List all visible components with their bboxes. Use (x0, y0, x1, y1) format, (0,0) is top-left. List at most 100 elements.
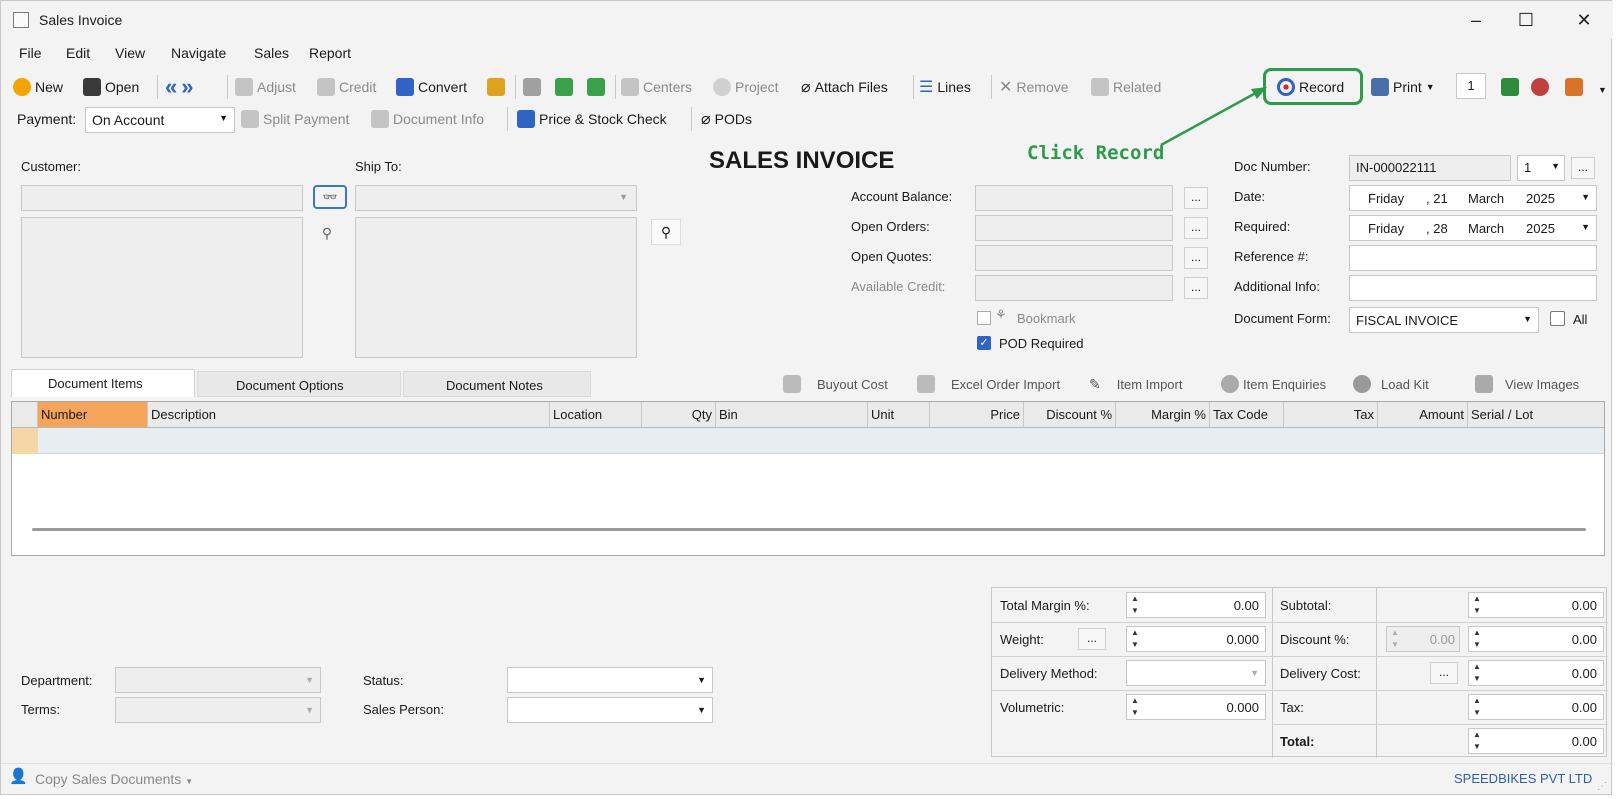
row-selector[interactable] (12, 428, 38, 454)
column-header-price[interactable]: Price (930, 402, 1024, 428)
grid-corner[interactable] (12, 402, 38, 428)
delivery-method-select[interactable]: ▼ (1126, 660, 1266, 686)
centers-button[interactable]: Centers (621, 75, 692, 99)
volumetric-field[interactable]: ▲ ▼ 0.000 (1126, 694, 1266, 720)
reference-input[interactable] (1349, 245, 1597, 271)
column-header-qty[interactable]: Qty (642, 402, 716, 428)
minimize-button[interactable]: – (1461, 8, 1491, 32)
print-copies-input[interactable]: 1 (1456, 73, 1486, 99)
lines-button[interactable]: ☰ Lines (919, 75, 971, 99)
pods-button[interactable]: ⌀ PODs (701, 107, 752, 131)
menu-edit[interactable]: Edit (66, 45, 90, 61)
menu-navigate[interactable]: Navigate (171, 45, 226, 61)
total-margin-field[interactable]: ▲ ▼ 0.00 (1126, 592, 1266, 618)
pod-required-checkbox[interactable]: ✓ (977, 336, 991, 350)
view-images-button[interactable]: View Images (1475, 372, 1579, 396)
remove-button[interactable]: ✕ Remove (999, 75, 1069, 99)
credit-button[interactable]: Credit (317, 75, 376, 99)
project-button[interactable]: Project (713, 75, 779, 99)
book-button[interactable] (1501, 75, 1519, 99)
spinner-icon[interactable]: ▲ ▼ (1469, 661, 1485, 687)
new-button[interactable]: New (13, 75, 63, 99)
payment-select[interactable]: On Account ▼ (85, 107, 235, 133)
column-header-unit[interactable]: Unit (868, 402, 930, 428)
open-button[interactable]: Open (83, 75, 139, 99)
column-header-margin[interactable]: Margin % (1116, 402, 1210, 428)
additional-info-input[interactable] (1349, 275, 1597, 301)
toolbar-overflow-icon[interactable]: ▼ (1598, 85, 1607, 95)
column-header-serial-lot[interactable]: Serial / Lot (1468, 402, 1604, 428)
department-select[interactable]: ▼ (115, 667, 321, 693)
column-header-tax[interactable]: Tax (1284, 402, 1378, 428)
account-balance-dots-button[interactable]: ... (1184, 187, 1208, 209)
spinner-icon[interactable]: ▲ ▼ (1387, 627, 1403, 653)
column-header-number[interactable]: Number (38, 402, 148, 428)
customer-lookup-icon[interactable]: ⚲ (315, 221, 339, 245)
refresh-button[interactable] (555, 75, 573, 99)
item-import-button[interactable]: ✎ Item Import (1089, 372, 1182, 396)
column-header-location[interactable]: Location (550, 402, 642, 428)
weight-dots-button[interactable]: ... (1078, 628, 1106, 650)
previous-icon[interactable]: « (165, 74, 177, 100)
sales-person-select[interactable]: ▼ (507, 697, 713, 723)
adjust-button[interactable]: Adjust (235, 75, 296, 99)
open-orders-dots-button[interactable]: ... (1184, 217, 1208, 239)
all-checkbox[interactable] (1550, 311, 1565, 326)
customer-search-button[interactable]: 👓 (313, 185, 347, 209)
recycle-button[interactable] (587, 75, 605, 99)
edit-note-button[interactable] (487, 75, 505, 99)
bookmark-checkbox[interactable] (977, 311, 991, 325)
document-form-select[interactable]: FISCAL INVOICE ▼ (1349, 307, 1539, 333)
required-date-picker[interactable]: Friday , 28 March 2025 ▼ (1349, 215, 1597, 241)
calendar-button[interactable] (1565, 75, 1583, 99)
next-icon[interactable]: » (181, 74, 193, 100)
column-header-description[interactable]: Description (148, 402, 550, 428)
horizontal-scrollbar[interactable] (32, 528, 1586, 531)
column-header-discount[interactable]: Discount % (1024, 402, 1116, 428)
attach-files-button[interactable]: ⌀ Attach Files (801, 75, 888, 99)
spinner-icon[interactable]: ▲ ▼ (1127, 593, 1143, 619)
print-dropdown-icon[interactable]: ▼ (1426, 82, 1435, 92)
terms-select[interactable]: ▼ (115, 697, 321, 723)
column-header-bin[interactable]: Bin (716, 402, 868, 428)
menu-sales[interactable]: Sales (254, 45, 289, 61)
date-picker[interactable]: Friday , 21 March 2025 ▼ (1349, 185, 1597, 211)
menu-report[interactable]: Report (309, 45, 351, 61)
load-kit-button[interactable]: Load Kit (1353, 372, 1429, 396)
document-info-button[interactable]: Document Info (371, 107, 484, 131)
doc-copy-select[interactable]: 1 ▼ (1517, 155, 1565, 181)
spinner-icon[interactable]: ▲ ▼ (1127, 627, 1143, 653)
delivery-cost-dots-button[interactable]: ... (1430, 662, 1458, 684)
weight-field[interactable]: ▲ ▼ 0.000 (1126, 626, 1266, 652)
copy-sales-documents-button[interactable]: Copy Sales Documents ▼ (35, 771, 193, 787)
customer-input[interactable] (21, 185, 303, 211)
nav-arrows[interactable]: «» (165, 74, 194, 100)
doc-number-dots-button[interactable]: ... (1571, 157, 1595, 179)
print-button[interactable]: Print ▼ (1371, 75, 1435, 99)
split-payment-button[interactable]: Split Payment (241, 107, 349, 131)
record-button[interactable]: Record (1277, 75, 1344, 99)
buyout-cost-button[interactable]: Buyout Cost (783, 372, 888, 396)
column-header-tax-code[interactable]: Tax Code (1210, 402, 1284, 428)
excel-order-import-button[interactable]: Excel Order Import (917, 372, 1060, 396)
column-header-amount[interactable]: Amount (1378, 402, 1468, 428)
menu-file[interactable]: File (19, 45, 42, 61)
delivery-cost-field[interactable]: ▲ ▼ 0.00 (1468, 660, 1604, 686)
spinner-icon[interactable]: ▲ ▼ (1127, 695, 1143, 721)
table-row[interactable] (12, 428, 1604, 454)
menu-view[interactable]: View (115, 45, 145, 61)
resize-grip-icon[interactable]: ⋰ (1597, 781, 1607, 792)
close-button[interactable]: ✕ (1569, 8, 1599, 32)
status-select[interactable]: ▼ (507, 667, 713, 693)
pin-icon[interactable]: ⚲ (651, 219, 681, 245)
open-quotes-dots-button[interactable]: ... (1184, 247, 1208, 269)
tab-document-notes[interactable]: Document Notes (403, 371, 591, 397)
save-button[interactable] (523, 75, 541, 99)
discount-percent-field[interactable]: ▲ ▼ 0.00 (1386, 626, 1460, 652)
convert-button[interactable]: Convert (396, 75, 467, 99)
tab-document-items[interactable]: Document Items (11, 369, 195, 397)
maximize-button[interactable]: ☐ (1511, 8, 1541, 32)
ship-to-select[interactable]: ▼ (355, 185, 637, 211)
tab-document-options[interactable]: Document Options (197, 371, 401, 397)
users-button[interactable] (1531, 75, 1549, 99)
